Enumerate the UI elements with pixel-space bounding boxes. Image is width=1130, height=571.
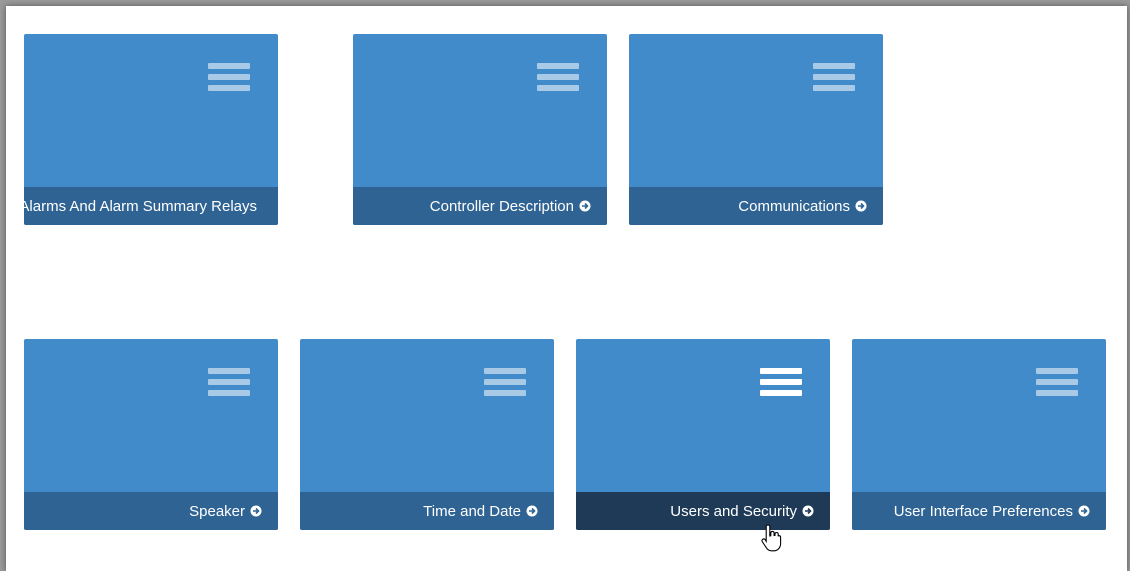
circle-arrow-right-icon (1078, 505, 1090, 517)
tile-time-and-date[interactable]: Time and Date (300, 339, 554, 530)
tile-user-interface-preferences[interactable]: User Interface Preferences (852, 339, 1106, 530)
circle-arrow-right-icon (855, 200, 867, 212)
tile-label: Speaker (189, 502, 245, 520)
tile-footer[interactable]: Time and Date (300, 492, 554, 530)
hamburger-icon (760, 368, 802, 404)
circle-arrow-right-icon (579, 200, 591, 212)
tile-footer[interactable]: Alarms And Alarm Summary Relays (24, 187, 278, 225)
hand-pointer-icon (761, 524, 782, 552)
circle-arrow-right-icon (526, 505, 538, 517)
hamburger-icon (537, 63, 579, 99)
tile-footer[interactable]: User Interface Preferences (852, 492, 1106, 530)
circle-arrow-right-icon (802, 505, 814, 517)
tile-communications[interactable]: Communications (629, 34, 883, 225)
tile-footer[interactable]: Communications (629, 187, 883, 225)
hamburger-icon (813, 63, 855, 99)
tile-label: Controller Description (429, 197, 574, 215)
tile-speaker[interactable]: Speaker (24, 339, 278, 530)
hamburger-icon (208, 368, 250, 404)
tile-users-and-security[interactable]: Users and Security (576, 339, 830, 530)
tile-alarms[interactable]: Alarms And Alarm Summary Relays (24, 34, 278, 225)
tile-controller-description[interactable]: Controller Description (353, 34, 607, 225)
tile-label: Communications (738, 197, 850, 215)
hamburger-icon (484, 368, 526, 404)
hamburger-icon (1036, 368, 1078, 404)
tile-label: Users and Security (670, 502, 797, 520)
tile-footer[interactable]: Controller Description (353, 187, 607, 225)
tile-label: Time and Date (423, 502, 521, 520)
tile-footer[interactable]: Users and Security (576, 492, 830, 530)
tile-label: Alarms And Alarm Summary Relays (24, 197, 257, 215)
tile-label: User Interface Preferences (893, 502, 1073, 520)
tile-footer[interactable]: Speaker (24, 492, 278, 530)
hamburger-icon (208, 63, 250, 99)
circle-arrow-right-icon (250, 505, 262, 517)
